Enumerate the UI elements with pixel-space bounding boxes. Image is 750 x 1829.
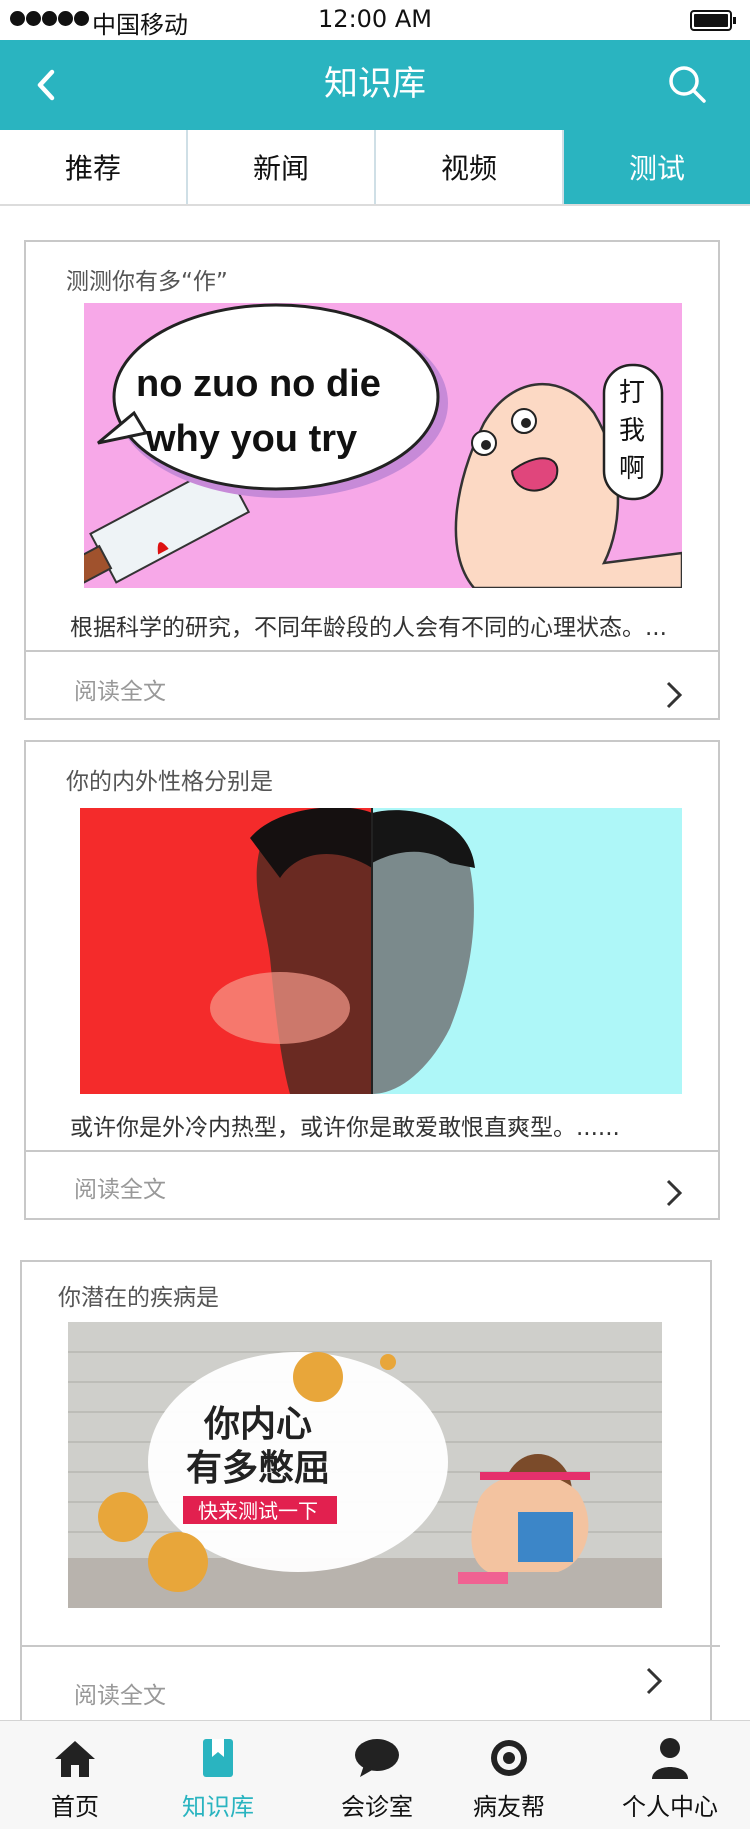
chat-bubble-icon [355, 1739, 399, 1777]
bottom-tab-label: 首页 [51, 1793, 99, 1821]
bottom-tab-consultation[interactable]: 会诊室 [322, 1721, 432, 1829]
chevron-right-icon[interactable] [662, 1176, 686, 1210]
page-title: 知识库 [324, 64, 426, 104]
sad-child-illustration: 你内心 有多憋屈 快来测试一下 [68, 1322, 662, 1608]
headline-line-2: 有多憋屈 [186, 1448, 330, 1489]
tab-video[interactable]: 视频 [376, 130, 564, 204]
category-tabs: 推荐 新闻 视频 测试 [0, 130, 750, 206]
chevron-right-icon[interactable] [662, 678, 686, 712]
side-text-2: 我 [619, 416, 645, 446]
target-circle-icon [491, 1740, 527, 1776]
bottom-tab-bar: 首页 知识库 会诊室 病友帮 个人中心 [0, 1720, 750, 1829]
bottom-tab-label: 知识库 [182, 1793, 254, 1821]
card-description: 或许你是外冷内热型，或许你是敢爱敢恨直爽型。...... [70, 1115, 620, 1141]
cartoon-illustration: no zuo no die why you try 打 我 啊 [84, 303, 682, 588]
test-now-label: 快来测试一下 [198, 1499, 318, 1523]
article-card[interactable]: 你的内外性格分别是 或许你是外冷内热型，或许你是敢爱敢恨直爽型。...... 阅… [24, 740, 720, 1220]
side-text-1: 打 [619, 378, 645, 408]
card-divider [26, 650, 718, 652]
card-image [80, 808, 682, 1094]
article-card[interactable]: 你潜在的疾病是 你内心 有多憋屈 快来测试一下 阅读全文 [20, 1260, 720, 1720]
tab-test[interactable]: 测试 [564, 130, 750, 204]
split-face-illustration [80, 808, 682, 1094]
card-image: 你内心 有多憋屈 快来测试一下 [68, 1322, 662, 1608]
card-title: 你潜在的疾病是 [58, 1285, 219, 1311]
status-bar: 中国移动 12:00 AM [0, 0, 750, 40]
read-more-link[interactable]: 阅读全文 [74, 672, 166, 706]
card-description: 根据科学的研究，不同年龄段的人会有不同的心理状态。... [70, 615, 667, 641]
bottom-tab-community[interactable]: 病友帮 [454, 1721, 564, 1829]
chevron-right-icon[interactable] [642, 1664, 666, 1698]
bottom-tab-knowledge[interactable]: 知识库 [163, 1721, 273, 1829]
battery-icon [690, 10, 736, 31]
bookmark-book-icon [203, 1739, 233, 1777]
headline-line-1: 你内心 [203, 1404, 312, 1445]
bottom-tab-label: 病友帮 [473, 1793, 545, 1821]
bottom-tab-label: 会诊室 [341, 1793, 413, 1821]
read-more-link[interactable]: 阅读全文 [74, 1170, 166, 1204]
nav-bar: 知识库 [0, 40, 750, 130]
read-more-link[interactable]: 阅读全文 [74, 1676, 166, 1710]
speech-line-2: why you try [145, 418, 357, 460]
card-title: 你的内外性格分别是 [66, 769, 273, 795]
speech-line-1: no zuo no die [136, 363, 381, 405]
bottom-tab-home[interactable]: 首页 [20, 1721, 130, 1829]
tab-news[interactable]: 新闻 [188, 130, 376, 204]
bottom-tab-label: 个人中心 [622, 1793, 718, 1821]
search-icon[interactable] [664, 62, 710, 108]
card-image: no zuo no die why you try 打 我 啊 [84, 303, 682, 588]
home-icon [55, 1741, 95, 1777]
card-title: 测测你有多“作” [66, 269, 228, 295]
card-divider [22, 1645, 720, 1647]
bottom-tab-profile[interactable]: 个人中心 [610, 1721, 730, 1829]
card-divider [26, 1150, 718, 1152]
person-icon [652, 1738, 688, 1779]
side-text-3: 啊 [619, 454, 645, 484]
article-card[interactable]: 测测你有多“作” no zuo no die why you try 打 我 啊… [24, 240, 720, 720]
status-time: 12:00 AM [318, 5, 432, 33]
tab-recommend[interactable]: 推荐 [0, 130, 188, 204]
